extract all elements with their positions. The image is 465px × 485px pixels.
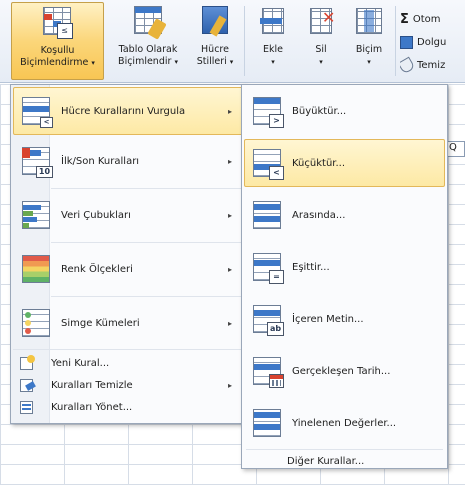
clear-label: Temiz <box>417 59 446 71</box>
submenu-item-label: Yinelenen Değerler... <box>292 417 397 429</box>
insert-button[interactable]: Ekle ▾ <box>252 2 294 80</box>
caret-down-icon: ▾ <box>319 58 323 66</box>
icon-sets-icon <box>19 306 53 340</box>
format-as-table-label-2: Biçimlendir <box>118 56 172 67</box>
submenu-item-more-rules[interactable]: Diğer Kurallar... <box>244 451 445 471</box>
submenu-item-greater-than[interactable]: > Büyüktür... <box>244 87 445 135</box>
conditional-formatting-icon: ≤ <box>41 7 75 41</box>
format-button[interactable]: Biçim ▾ <box>346 2 392 80</box>
insert-cells-icon <box>256 6 290 40</box>
format-label: Biçim <box>355 44 383 55</box>
eraser-icon <box>400 56 416 74</box>
delete-button[interactable]: ✕ Sil ▾ <box>300 2 342 80</box>
ribbon-separator <box>395 6 396 76</box>
color-scales-icon <box>19 252 53 286</box>
menu-item-color-scales[interactable]: Renk Ölçekleri ▸ <box>13 245 243 293</box>
menu-item-label: Kuralları Yönet... <box>51 401 133 413</box>
menu-item-highlight-cells-rules[interactable]: < Hücre Kurallarını Vurgula ▸ <box>13 87 243 135</box>
clear-rules-icon <box>19 377 36 393</box>
duplicate-values-icon <box>250 406 284 440</box>
submenu-arrow-icon: ▸ <box>227 380 232 390</box>
menu-divider <box>51 296 241 297</box>
ribbon: ≤ Koşullu Biçimlendirme ▾ Tablo Olarak B… <box>0 0 465 83</box>
new-rule-icon <box>19 355 35 371</box>
submenu-arrow-icon: ▸ <box>227 264 232 274</box>
menu-item-manage-rules[interactable]: Kuralları Yönet... <box>13 397 243 417</box>
menu-item-label: Veri Çubukları <box>61 209 131 221</box>
menu-item-label: Simge Kümeleri <box>61 317 140 329</box>
submenu-item-label: İçeren Metin... <box>292 313 364 325</box>
menu-item-label: Renk Ölçekleri <box>61 263 133 275</box>
text-contains-icon: ab <box>250 302 284 336</box>
caret-down-icon: ▾ <box>174 58 178 66</box>
submenu-item-duplicate-values[interactable]: Yinelenen Değerler... <box>244 399 445 447</box>
autosum-button[interactable]: Σ Otom <box>400 10 465 28</box>
menu-item-label: Yeni Kural... <box>51 357 110 369</box>
format-as-table-label-1: Tablo Olarak <box>118 44 178 55</box>
format-cells-icon <box>352 6 386 40</box>
menu-item-label: Hücre Kurallarını Vurgula <box>61 105 186 117</box>
conditional-formatting-label-1: Koşullu <box>40 45 75 56</box>
submenu-item-label: Büyüktür... <box>292 105 347 117</box>
submenu-item-label: Diğer Kurallar... <box>287 455 365 467</box>
between-icon <box>250 198 284 232</box>
submenu-item-equal-to[interactable]: = Eşittir... <box>244 243 445 291</box>
less-than-icon: < <box>250 146 284 180</box>
menu-item-label: Kuralları Temizle <box>51 379 133 391</box>
delete-cells-icon: ✕ <box>304 6 338 40</box>
highlight-cells-submenu: > Büyüktür... < Küçüktür... Arasında... … <box>241 84 448 469</box>
top-bottom-icon: 10 <box>19 144 53 178</box>
manage-rules-icon <box>19 399 35 415</box>
submenu-item-between[interactable]: Arasında... <box>244 191 445 239</box>
menu-divider <box>246 449 443 450</box>
submenu-item-text-contains[interactable]: ab İçeren Metin... <box>244 295 445 343</box>
cell-styles-button[interactable]: Hücre Stilleri ▾ <box>190 2 240 80</box>
conditional-formatting-menu: < Hücre Kurallarını Vurgula ▸ 10 İlk/Son… <box>10 84 246 424</box>
fill-down-icon <box>400 35 413 49</box>
cell-styles-label-1: Hücre <box>201 44 229 55</box>
menu-divider <box>51 188 241 189</box>
menu-item-data-bars[interactable]: Veri Çubukları ▸ <box>13 191 243 239</box>
menu-item-icon-sets[interactable]: Simge Kümeleri ▸ <box>13 299 243 347</box>
table-format-icon <box>131 6 167 40</box>
menu-item-top-bottom-rules[interactable]: 10 İlk/Son Kuralları ▸ <box>13 137 243 185</box>
conditional-formatting-label-2: Biçimlendirme <box>20 57 89 68</box>
submenu-item-less-than[interactable]: < Küçüktür... <box>244 139 445 187</box>
highlight-cells-icon: < <box>19 94 53 128</box>
submenu-arrow-icon: ▸ <box>227 210 232 220</box>
menu-item-clear-rules[interactable]: Kuralları Temizle ▸ <box>13 375 243 395</box>
sigma-icon: Σ <box>400 11 409 27</box>
caret-down-icon: ▾ <box>229 58 234 66</box>
submenu-item-date-occurring[interactable]: Gerçekleşen Tarih... <box>244 347 445 395</box>
insert-label: Ekle <box>263 44 283 55</box>
caret-down-icon: ▾ <box>91 59 95 67</box>
date-occurring-icon <box>250 354 284 388</box>
cell-styles-icon <box>198 6 232 40</box>
autosum-label: Otom <box>412 13 441 25</box>
caret-down-icon: ▾ <box>367 58 371 66</box>
submenu-item-label: Küçüktür... <box>292 157 346 169</box>
submenu-item-label: Eşittir... <box>292 261 330 273</box>
delete-label: Sil <box>315 44 327 55</box>
submenu-arrow-icon: ▸ <box>227 106 232 116</box>
ribbon-separator <box>244 6 245 76</box>
menu-divider <box>13 349 243 350</box>
equal-to-icon: = <box>250 250 284 284</box>
data-bars-icon <box>19 198 53 232</box>
menu-item-new-rule[interactable]: Yeni Kural... <box>13 353 243 373</box>
submenu-arrow-icon: ▸ <box>227 318 232 328</box>
clear-button[interactable]: Temiz <box>400 56 465 74</box>
menu-divider <box>51 242 241 243</box>
fill-button[interactable]: Dolgu <box>400 33 465 51</box>
fill-label: Dolgu <box>417 36 447 48</box>
caret-down-icon: ▾ <box>271 58 275 66</box>
submenu-item-label: Arasında... <box>292 209 346 221</box>
submenu-arrow-icon: ▸ <box>227 156 232 166</box>
format-as-table-button[interactable]: Tablo Olarak Biçimlendir ▾ <box>108 2 188 80</box>
cell-styles-label-2: Stilleri <box>196 56 227 67</box>
greater-than-icon: > <box>250 94 284 128</box>
conditional-formatting-button[interactable]: ≤ Koşullu Biçimlendirme ▾ <box>11 2 104 80</box>
menu-item-label: İlk/Son Kuralları <box>61 155 140 167</box>
submenu-item-label: Gerçekleşen Tarih... <box>292 365 391 377</box>
